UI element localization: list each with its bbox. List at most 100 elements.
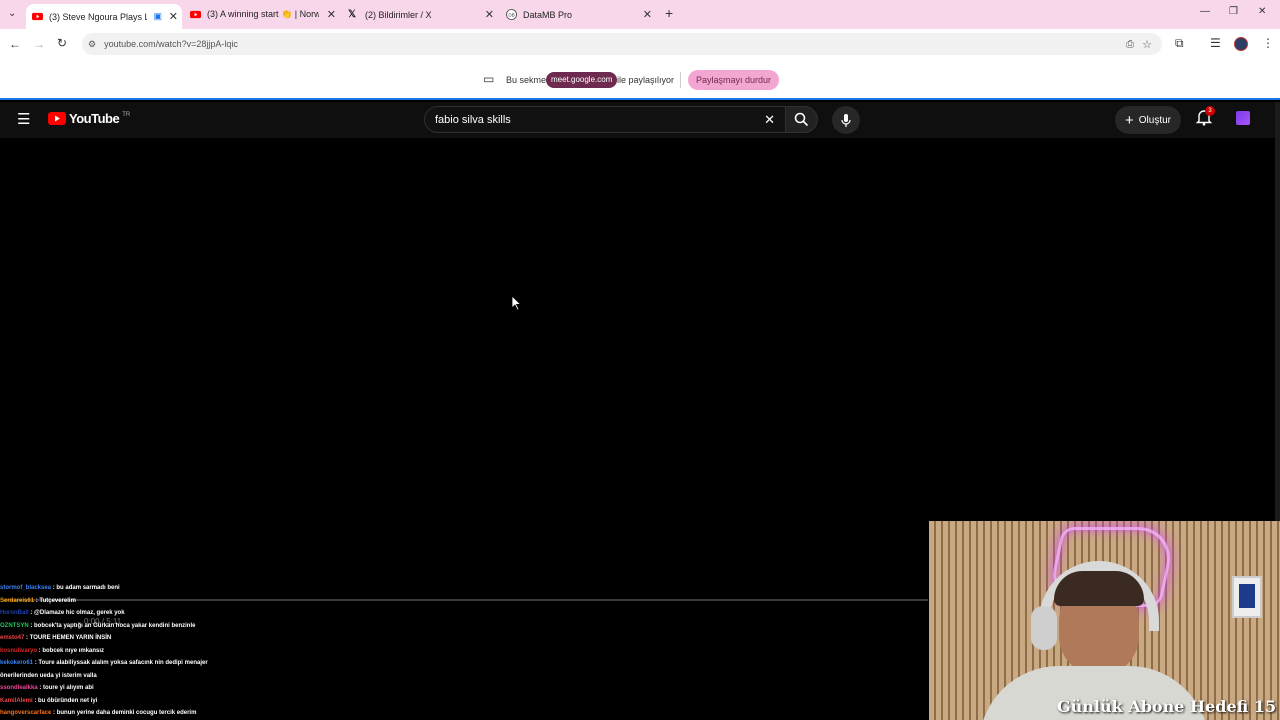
profile-avatar[interactable] [1234,37,1248,51]
tab-title: (3) Steve Ngoura Plays Like [49,11,147,22]
cast-icon: ▣ [153,11,162,21]
region-code: TR [122,111,131,118]
search-icon [794,112,809,127]
chat-message: hangoverscarface : bunun yerine daha dem… [0,707,260,720]
chat-text: : Toure alabiliyssak alalım yoksa safacı… [33,660,208,666]
chat-text: : toure yi alıyım abi [37,685,94,691]
chat-message: KamilAlemi : bu öbüründen net iyi [0,695,260,708]
minimize-icon[interactable]: — [1200,6,1210,17]
youtube-icon [32,12,43,21]
jersey-frame [1232,576,1262,618]
chat-message: ssondlealkka : toure yi alıyım abi [0,682,260,695]
restore-icon[interactable]: ❐ [1229,6,1238,17]
chat-text: : TOURE HEMEN YARIN İNSİN [24,635,112,641]
reload-icon[interactable]: ↻ [57,36,67,50]
share-host-badge: meet.google.com [546,72,618,88]
tab-steve-ngoura[interactable]: (3) Steve Ngoura Plays Like ▣ ✕ [26,4,182,29]
address-bar-row: ← → ↻ ⚙ youtube.com/watch?v=28jjpA-lqic … [0,29,1280,60]
install-app-icon[interactable]: ⎙ [1126,39,1134,50]
tab-title: (3) A winning start 👏 | Norwich [207,9,319,19]
mouse-cursor-icon [512,296,522,311]
tab-x-notifications[interactable]: 𝕏 (2) Bildirimler / X ✕ [342,4,498,25]
chat-text: : @Dlamaze hic olmaz, gerek yok [28,610,125,616]
notification-badge: 3 [1205,106,1215,116]
forward-icon[interactable]: → [33,37,45,51]
chat-message: OZNTSYN : bobcek'ta yaptığı an Gürkan ho… [0,620,260,633]
create-button[interactable]: + Oluştur [1115,106,1181,134]
svg-text:DB: DB [508,12,514,17]
chat-text: : bu öbüründen net iyi [32,697,98,704]
chat-text: : bunun yerine daha deminki cocugu terci… [51,710,197,716]
youtube-logo-text: YouTube [69,111,120,126]
tab-datamb[interactable]: DB DataMB Pro ✕ [500,4,656,25]
chat-message: kosnulivaryo : bobcek nıye ımkansız [0,645,260,658]
bookmark-star-icon[interactable]: ☆ [1142,38,1152,51]
stream-chat-overlay: stormof_blacksea : bu adam sarmadı beni S… [0,582,260,720]
tab-title: (2) Bildirimler / X [365,9,432,20]
share-suffix: ile paylaşılıyor [617,75,675,85]
create-label: Oluştur [1138,114,1171,126]
chat-text: : bu adam sarmadı beni [51,585,120,591]
tab-norwich[interactable]: (3) A winning start 👏 | Norwich ✕ [184,4,340,25]
screen-share-icon: ▭ [483,72,495,86]
chat-username: kosnulivaryo [0,647,38,654]
chat-username: stormof_blacksea [0,585,52,591]
site-settings-icon[interactable]: ⚙ [88,39,96,50]
chat-username: hangoverscarface [0,710,52,716]
search-input[interactable]: fabio silva skills ✕ [424,106,786,133]
clear-search-icon[interactable]: ✕ [764,112,775,128]
omnibox[interactable]: ⚙ youtube.com/watch?v=28jjpA-lqic ⎙ ☆ [82,33,1162,55]
divider [680,72,681,88]
close-tab-icon[interactable]: ✕ [169,10,178,23]
close-tab-icon[interactable]: ✕ [327,8,336,21]
chat-text: : bobcek'ta yaptığı an Gürkan hoca yakar… [28,622,196,629]
menu-dots-icon[interactable]: ⋮ [1262,36,1274,50]
datamb-icon: DB [506,9,517,20]
extensions-icon[interactable]: ⧉ [1175,36,1184,51]
chat-message: önerilerinden ueda yi isterim valla [0,670,260,683]
webcam-overlay [929,521,1280,720]
chat-text: : Tutçeverelim [34,597,76,604]
notifications-button[interactable]: 3 [1195,106,1216,129]
chat-username: emsto47 [0,635,25,641]
chat-message: emsto47 : TOURE HEMEN YARIN İNSİN [0,632,260,645]
youtube-icon [190,10,201,19]
youtube-header: ☰ YouTube TR fabio silva skills ✕ + Oluş… [0,102,1280,138]
tab-search-chevron-icon[interactable]: ⌄ [8,8,16,19]
plus-icon: + [1125,111,1134,129]
chat-text: : bobcek nıye ımkansız [37,647,105,654]
channel-avatar[interactable] [1236,111,1250,125]
hamburger-menu-icon[interactable]: ☰ [17,110,30,128]
chat-username: ssondlealkka [0,685,38,691]
search-button[interactable] [786,106,818,133]
close-tab-icon[interactable]: ✕ [485,8,494,21]
chat-message: stormof_blacksea : bu adam sarmadı beni [0,582,260,595]
tab-sharing-bar: ▭ Bu sekme meet.google.com ile paylaşılı… [0,60,1280,100]
close-tab-icon[interactable]: ✕ [643,8,652,21]
chat-username: KamilAlemi [0,697,33,704]
url-text: youtube.com/watch?v=28jjpA-lqic [104,39,238,49]
youtube-logo[interactable]: YouTube TR [48,111,130,126]
share-prefix: Bu sekme [506,75,547,85]
chat-username: OZNTSYN [0,622,29,629]
chat-message: Serdareis61 : Tutçeverelim [0,595,260,608]
new-tab-icon[interactable]: + [665,5,673,21]
chat-text: önerilerinden ueda yi isterim valla [0,672,97,679]
youtube-play-icon [48,112,66,125]
browser-tab-strip: ⌄ (3) Steve Ngoura Plays Like ▣ ✕ (3) A … [0,0,1280,29]
voice-search-button[interactable] [832,106,860,134]
chat-username: kekokero61 [0,660,34,666]
close-icon[interactable]: ✕ [1258,6,1266,17]
chat-message: kekokero61 : Toure alabiliyssak alalım y… [0,657,260,670]
stop-sharing-button[interactable]: Paylaşmayı durdur [688,70,780,90]
chat-username: Serdareis61 [0,597,35,604]
chat-username: HoronBall [0,610,29,616]
back-icon[interactable]: ← [9,37,21,51]
media-control-icon[interactable]: ☰ [1210,36,1221,50]
microphone-icon [841,113,851,127]
x-icon: 𝕏 [348,9,357,20]
tab-title: DataMB Pro [523,9,573,20]
subscriber-goal-text: Günlük Abone Hedefi 15 / 15 [1057,697,1280,716]
search-query: fabio silva skills [435,113,511,126]
chat-message: HoronBall : @Dlamaze hic olmaz, gerek yo… [0,607,260,620]
